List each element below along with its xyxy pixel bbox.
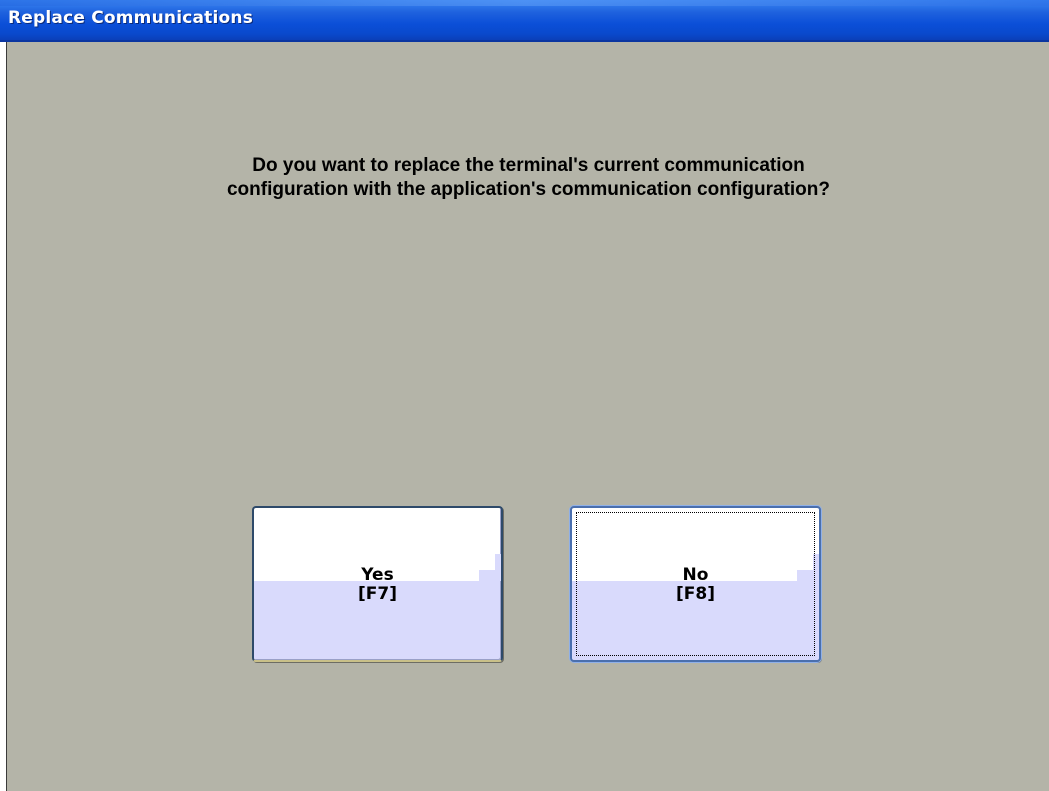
confirmation-message-line-2: configuration with the application's com… xyxy=(226,179,831,200)
yes-button-text: Yes xyxy=(361,565,394,585)
title-bar: Replace Communications xyxy=(0,0,1049,42)
title-bar-highlight xyxy=(0,0,1049,6)
screen: Replace Communications Do you want to re… xyxy=(0,0,1049,791)
no-button-shortcut: [F8] xyxy=(676,584,715,604)
no-button-label: No [F8] xyxy=(572,566,819,604)
window-title: Replace Communications xyxy=(8,8,254,28)
no-button-text: No xyxy=(682,565,709,585)
confirmation-message: Do you want to replace the terminal's cu… xyxy=(7,154,1049,202)
confirmation-message-line-1: Do you want to replace the terminal's cu… xyxy=(252,155,805,176)
dialog-client-area: Do you want to replace the terminal's cu… xyxy=(6,42,1049,791)
no-button[interactable]: No [F8] xyxy=(570,506,821,662)
yes-button-shortcut: [F7] xyxy=(358,584,397,604)
yes-button[interactable]: Yes [F7] xyxy=(252,506,503,662)
yes-button-label: Yes [F7] xyxy=(254,566,501,604)
